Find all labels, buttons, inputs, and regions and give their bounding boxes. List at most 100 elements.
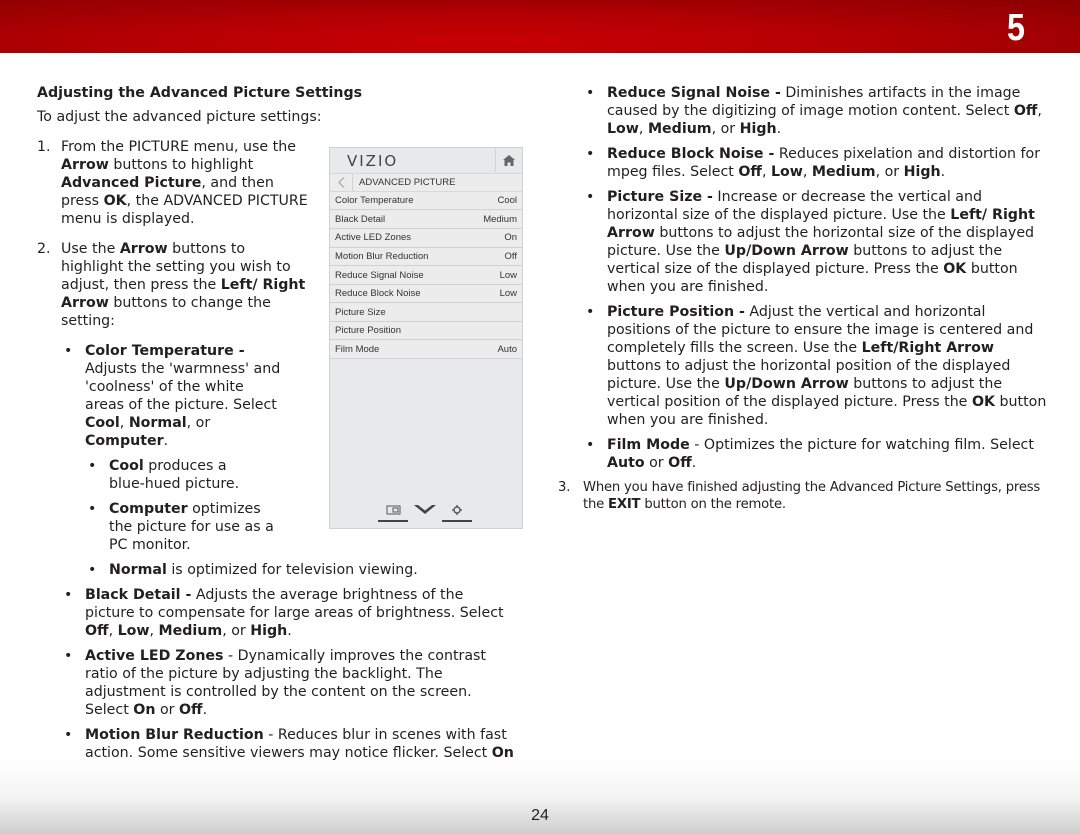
- text: Use the: [61, 241, 120, 257]
- text: is optimized for television viewing.: [166, 562, 418, 578]
- home-icon[interactable]: [495, 148, 522, 172]
- page-number: 24: [531, 807, 549, 824]
- tv-menu-item-label: Black Detail: [335, 213, 386, 225]
- tv-menu-item[interactable]: Active LED Zones On: [330, 229, 522, 248]
- option: Normal: [128, 415, 187, 431]
- option: Cool: [109, 458, 144, 474]
- tv-menu-item-label: Color Temperature: [335, 195, 414, 207]
- tv-menu-item-label: Active LED Zones: [335, 232, 412, 244]
- option: Normal: [109, 562, 167, 578]
- tv-menu-item-label: Picture Size: [335, 306, 386, 318]
- option: Off: [1013, 103, 1038, 119]
- bold-term: OK: [943, 261, 967, 277]
- bold-term: Left/Right Arrow: [861, 340, 995, 356]
- text: buttons to highlight: [108, 157, 254, 173]
- tv-menu-bottom-icons: [378, 502, 476, 522]
- bullet-black-detail: Black Detail - Adjusts the average brigh…: [61, 586, 505, 640]
- option: High: [250, 623, 288, 639]
- right-column: Reduce Signal Noise - Diminishes artifac…: [558, 84, 1048, 513]
- bullet-film-mode: Film Mode - Optimizes the picture for wa…: [583, 436, 1048, 472]
- tv-advanced-picture-menu: VIZIO ADVANCED PICTURE Color Temperature…: [329, 147, 523, 529]
- bullet-title: Motion Blur Reduction: [85, 727, 264, 743]
- option: High: [903, 164, 941, 180]
- option: Low: [607, 121, 639, 137]
- bullet-normal: Normal is optimized for television viewi…: [85, 561, 509, 579]
- bullet-cool: Cool produces a blue-hued picture.: [85, 457, 259, 493]
- bullet-picture-size: Picture Size - Increase or decrease the …: [583, 188, 1048, 296]
- tv-menu-item-label: Motion Blur Reduction: [335, 250, 429, 262]
- text: - Optimizes the picture for watching fil…: [689, 437, 1034, 453]
- vizio-logo: VIZIO: [347, 152, 399, 170]
- option: Cool: [85, 415, 120, 431]
- tv-menu-top-bar: VIZIO: [330, 148, 522, 172]
- tv-menu-item-label: Picture Position: [335, 325, 402, 337]
- tv-menu-item-label: Reduce Signal Noise: [335, 269, 424, 281]
- tv-menu-item-value: Auto: [497, 343, 517, 355]
- tv-menu-item[interactable]: Color Temperature Cool: [330, 192, 522, 211]
- bullet-title: Color Temperature -: [85, 343, 245, 359]
- step-1: 1. From the PICTURE menu, use the Arrow …: [37, 138, 311, 228]
- tv-menu-list: Color Temperature Cool Black Detail Medium A…: [330, 192, 522, 360]
- tv-menu-item-label: Reduce Block Noise: [335, 288, 421, 300]
- tv-menu-item[interactable]: Picture Size: [330, 303, 522, 322]
- back-arrow-icon[interactable]: [330, 174, 353, 191]
- tv-menu-item-value: Low: [499, 269, 517, 281]
- vizio-v-icon[interactable]: [412, 502, 438, 520]
- option: High: [739, 121, 777, 137]
- option: Low: [770, 164, 803, 180]
- text: From the PICTURE menu, use the: [61, 139, 296, 155]
- tv-menu-item[interactable]: Film Mode Auto: [330, 340, 522, 360]
- bullet-picture-position: Picture Position - Adjust the vertical a…: [583, 303, 1048, 429]
- option: Off: [179, 702, 203, 718]
- chapter-header-bar: 5: [0, 0, 1080, 53]
- bullet-computer: Computer optimizes the picture for use a…: [85, 500, 274, 554]
- tv-menu-item[interactable]: Motion Blur Reduction Off: [330, 247, 522, 267]
- bold-term: Advanced Picture: [61, 175, 202, 191]
- text: , or: [186, 415, 211, 431]
- bullet-title: Film Mode: [607, 437, 690, 453]
- option: Off: [738, 164, 762, 180]
- tv-menu-item-value: Cool: [497, 195, 517, 207]
- bold-term: EXIT: [608, 497, 641, 512]
- text: Adjusts the 'warmness' and 'coolness' of…: [85, 361, 281, 413]
- tv-menu-item[interactable]: Reduce Block Noise Low: [330, 284, 522, 304]
- bold-term: Arrow: [61, 157, 109, 173]
- option: Computer: [109, 501, 188, 517]
- option: Low: [117, 623, 150, 639]
- tv-menu-item[interactable]: Reduce Signal Noise Low: [330, 266, 522, 285]
- bold-term: Up/Down Arrow: [724, 243, 849, 259]
- step-number: 2.: [37, 241, 51, 257]
- text: .: [163, 433, 169, 449]
- wide-icon[interactable]: [378, 502, 408, 522]
- tv-menu-item-value: Medium: [483, 213, 517, 225]
- option: Off: [668, 455, 692, 471]
- tv-menu-item[interactable]: Black Detail Medium: [330, 210, 522, 229]
- bullet-title: Picture Size -: [607, 189, 713, 205]
- bold-term: OK: [103, 193, 127, 209]
- tv-menu-item[interactable]: Picture Position: [330, 322, 522, 341]
- step-2: 2. Use the Arrow buttons to highlight th…: [37, 240, 306, 330]
- tv-menu-title: ADVANCED PICTURE: [359, 177, 456, 188]
- bold-term: OK: [971, 394, 995, 410]
- text: button on the remote.: [640, 497, 786, 512]
- settings-gear-icon[interactable]: [442, 502, 472, 522]
- option: On: [491, 745, 514, 761]
- option: Computer: [85, 433, 164, 449]
- option: Medium: [647, 121, 712, 137]
- option: Medium: [158, 623, 223, 639]
- chapter-number: 5: [1006, 7, 1025, 49]
- intro-text: To adjust the advanced picture settings:: [37, 109, 322, 125]
- bullet-active-led-zones: Active LED Zones - Dynamically improves …: [61, 647, 515, 719]
- bullet-title: Picture Position -: [607, 304, 745, 320]
- step-3: 3. When you have finished adjusting the …: [558, 479, 1048, 513]
- option: Off: [85, 623, 109, 639]
- bullet-title: Reduce Signal Noise -: [607, 85, 781, 101]
- tv-menu-item-value: Low: [499, 288, 517, 300]
- bold-term: Up/Down Arrow: [724, 376, 849, 392]
- step-number: 1.: [37, 139, 51, 155]
- bullet-reduce-block-noise: Reduce Block Noise - Reduces pixelation …: [583, 145, 1048, 181]
- text: ,: [119, 415, 129, 431]
- bold-term: Arrow: [119, 241, 168, 257]
- step-number: 3.: [558, 480, 571, 495]
- bullet-title: Black Detail -: [85, 587, 192, 603]
